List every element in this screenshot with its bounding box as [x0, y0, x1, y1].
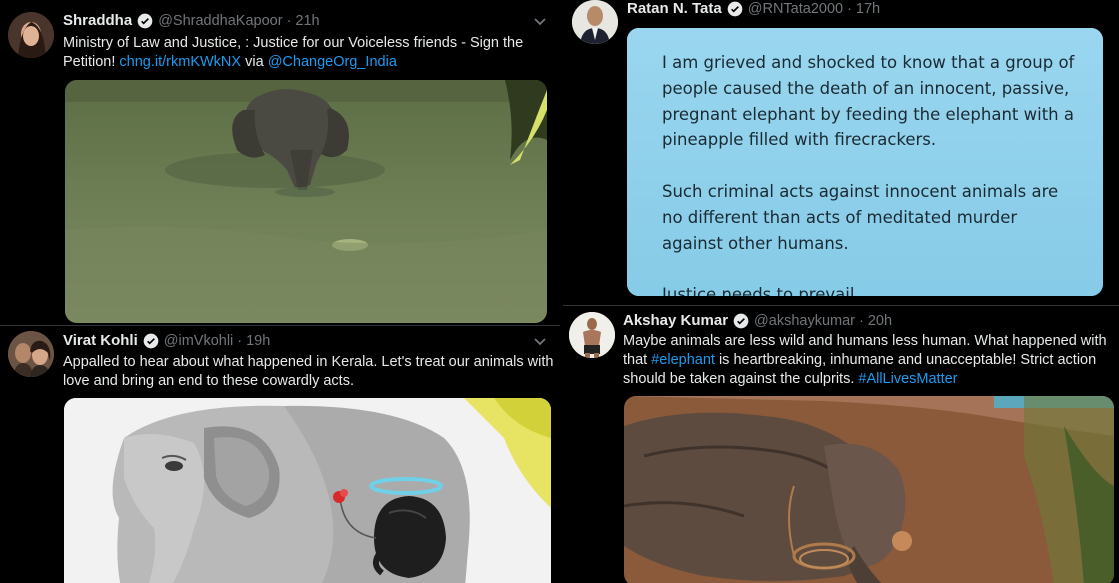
display-name[interactable]: Virat Kohli — [63, 332, 138, 349]
avatar[interactable] — [8, 12, 54, 58]
tweet-media-photo[interactable] — [65, 80, 547, 323]
tweet-text-line: Ministry of Law and Justice, : Justice f… — [63, 35, 524, 51]
tweet-header: Virat Kohli @imVkohli · 19h — [63, 332, 270, 349]
tweet-akshay-kumar[interactable]: Akshay Kumar @akshaykumar · 20h Maybe an… — [563, 306, 1119, 583]
separator-dot: · — [847, 0, 852, 17]
text-span: via — [241, 54, 268, 70]
statement-line: against other humans. — [662, 233, 849, 253]
timestamp[interactable]: 21h — [295, 13, 319, 29]
timestamp[interactable]: 20h — [868, 313, 892, 329]
timestamp[interactable]: 19h — [246, 333, 270, 349]
tweet-text-line: love and bring an end to these cowardly … — [63, 373, 354, 389]
statement-line: Justice needs to prevail. — [662, 285, 860, 296]
handle[interactable]: @ShraddhaKapoor — [158, 13, 282, 29]
tweet-text-line: Maybe animals are less wild and humans l… — [623, 333, 1107, 349]
tweet-text-line: should be taken against the culprits. #A… — [623, 370, 1117, 389]
verified-badge-icon — [143, 333, 159, 348]
tweet-text-line: that #elephant is heartbreaking, inhuman… — [623, 351, 1117, 370]
text-span: Petition! — [63, 54, 120, 70]
hashtag-link[interactable]: #elephant — [651, 352, 715, 368]
separator-dot: · — [286, 12, 292, 29]
tweet-text: Maybe animals are less wild and humans l… — [623, 332, 1117, 389]
tweet-header: Shraddha @ShraddhaKapoor · 21h — [63, 12, 320, 29]
tweet-ratan-tata[interactable]: Ratan N. Tata @RNTata2000 · 17h I am gri… — [563, 0, 1119, 305]
text-span: is heartbreaking, inhumane and unaccepta… — [714, 352, 1097, 368]
statement-line: no different than acts of meditated murd… — [662, 207, 1018, 227]
verified-badge-icon — [733, 313, 749, 328]
tweet-media-photo[interactable] — [624, 396, 1114, 583]
handle[interactable]: @akshaykumar — [754, 313, 855, 329]
avatar-image — [8, 12, 54, 58]
verified-badge-icon — [727, 1, 743, 16]
text-span: that — [623, 352, 652, 368]
display-name[interactable]: Ratan N. Tata — [627, 0, 722, 17]
petition-link[interactable]: chng.it/rkmKWkNX — [119, 54, 241, 70]
display-name[interactable]: Akshay Kumar — [623, 312, 728, 329]
statement-line: pregnant elephant by feeding the elephan… — [662, 104, 1074, 124]
statement-blank-line — [662, 153, 1092, 179]
handle[interactable]: @imVkohli — [164, 333, 234, 349]
chevron-down-icon[interactable] — [533, 17, 547, 27]
elephant-illustration-image — [64, 398, 551, 583]
tweet-text: Appalled to hear about what happened in … — [63, 353, 555, 391]
tweet-media-illustration[interactable] — [64, 398, 551, 583]
avatar[interactable] — [569, 312, 615, 358]
tweet-virat-kohli[interactable]: Virat Kohli @imVkohli · 19h Appalled to … — [0, 326, 560, 583]
elephant-in-river-image — [65, 80, 547, 323]
hashtag-link[interactable]: #AllLivesMatter — [858, 371, 957, 387]
separator-dot: · — [859, 312, 864, 329]
statement-blank-line — [662, 256, 1092, 282]
display-name[interactable]: Shraddha — [63, 12, 132, 29]
statement-text: I am grieved and shocked to know that a … — [662, 50, 1092, 296]
tweet-shraddha[interactable]: Shraddha @ShraddhaKapoor · 21h Ministry … — [0, 0, 560, 325]
mention-link[interactable]: @ChangeOrg_India — [268, 54, 397, 70]
avatar-image — [569, 312, 615, 358]
chevron-down-icon[interactable] — [533, 337, 547, 347]
tweet-text-line: Petition! chng.it/rkmKWkNX via @ChangeOr… — [63, 53, 553, 72]
text-span: should be taken against the culprits. — [623, 371, 859, 387]
handle[interactable]: @RNTata2000 — [748, 1, 843, 17]
tweet-header: Ratan N. Tata @RNTata2000 · 17h — [627, 0, 880, 17]
avatar-image — [8, 331, 54, 377]
statement-line: pineapple filled with firecrackers. — [662, 130, 937, 150]
avatar[interactable] — [572, 0, 618, 44]
tweet-media-text-card[interactable]: I am grieved and shocked to know that a … — [627, 28, 1103, 296]
tweet-text: Ministry of Law and Justice, : Justice f… — [63, 34, 553, 72]
separator-dot: · — [237, 332, 243, 349]
dead-elephant-image — [624, 396, 1114, 583]
verified-badge-icon — [137, 13, 153, 28]
avatar-image — [572, 0, 618, 44]
tweet-text-line: Appalled to hear about what happened in … — [63, 354, 554, 370]
avatar[interactable] — [8, 331, 54, 377]
tweet-header: Akshay Kumar @akshaykumar · 20h — [623, 312, 892, 329]
statement-line: I am grieved and shocked to know that a … — [662, 53, 1075, 72]
statement-line: Such criminal acts against innocent anim… — [662, 181, 1059, 201]
timestamp[interactable]: 17h — [856, 1, 880, 17]
statement-line: people caused the death of an innocent, … — [662, 78, 1070, 98]
